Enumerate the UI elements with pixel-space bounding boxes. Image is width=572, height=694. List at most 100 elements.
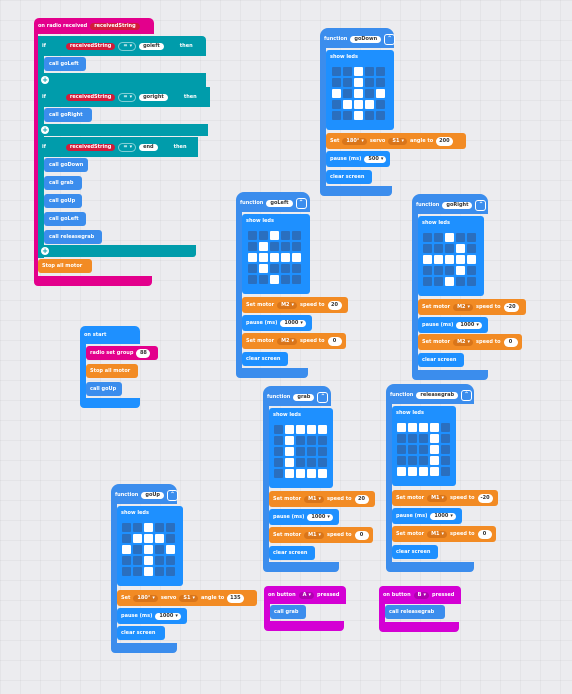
led-off[interactable] <box>376 100 385 109</box>
plus-icon[interactable]: + <box>41 126 49 134</box>
led-off[interactable] <box>281 231 290 240</box>
function-header[interactable]: function goDown ⌃ <box>320 28 396 48</box>
if-row-goleft[interactable]: if receivedString = goleft then <box>38 36 206 56</box>
led-on[interactable] <box>307 425 316 434</box>
led-off[interactable] <box>274 425 283 434</box>
led-off[interactable] <box>441 467 450 476</box>
led-on[interactable] <box>285 447 294 456</box>
call-block[interactable]: call goUp <box>44 194 82 208</box>
led-off[interactable] <box>376 111 385 120</box>
led-grid[interactable] <box>274 425 327 478</box>
led-off[interactable] <box>281 242 290 251</box>
speed-input[interactable]: -20 <box>477 493 493 503</box>
led-off[interactable] <box>434 277 443 286</box>
led-on[interactable] <box>376 89 385 98</box>
led-on[interactable] <box>419 467 428 476</box>
led-grid[interactable] <box>248 231 301 284</box>
led-on[interactable] <box>343 100 352 109</box>
led-off[interactable] <box>155 545 164 554</box>
led-grid[interactable] <box>332 67 385 120</box>
led-on[interactable] <box>285 458 294 467</box>
set-motor-block[interactable]: Set motor M1 speed to 20 <box>269 491 375 507</box>
clear-screen-block[interactable]: clear screen <box>418 353 464 367</box>
servo-type-dropdown[interactable]: 180° <box>133 594 158 602</box>
pause-block[interactable]: pause (ms) 1000 <box>418 317 488 333</box>
speed-input[interactable]: 20 <box>354 494 369 504</box>
led-off[interactable] <box>166 567 175 576</box>
led-off[interactable] <box>423 233 432 242</box>
led-on[interactable] <box>456 266 465 275</box>
led-off[interactable] <box>343 111 352 120</box>
compare-value[interactable]: end <box>139 143 158 151</box>
servo-port-dropdown[interactable]: S1 <box>388 137 407 145</box>
motor-dropdown[interactable]: M1 <box>304 495 325 503</box>
led-off[interactable] <box>122 534 131 543</box>
compare-value[interactable]: goleft <box>139 42 164 50</box>
led-on[interactable] <box>285 436 294 445</box>
led-on[interactable] <box>365 100 374 109</box>
led-off[interactable] <box>133 567 142 576</box>
led-off[interactable] <box>408 445 417 454</box>
led-off[interactable] <box>397 434 406 443</box>
led-off[interactable] <box>467 277 476 286</box>
led-on[interactable] <box>155 534 164 543</box>
led-off[interactable] <box>434 233 443 242</box>
led-on[interactable] <box>408 423 417 432</box>
motor-dropdown[interactable]: M2 <box>453 303 474 311</box>
speed-input[interactable]: 20 <box>327 300 342 310</box>
led-off[interactable] <box>419 456 428 465</box>
pause-block[interactable]: pause (ms) 500 <box>326 151 390 167</box>
led-on[interactable] <box>259 253 268 262</box>
speed-input[interactable]: 0 <box>503 337 518 347</box>
radio-set-group-block[interactable]: radio set group 88 <box>86 346 158 360</box>
led-off[interactable] <box>332 67 341 76</box>
led-off[interactable] <box>318 436 327 445</box>
call-block[interactable]: call goLeft <box>44 57 86 71</box>
led-on[interactable] <box>270 231 279 240</box>
led-off[interactable] <box>133 545 142 554</box>
led-off[interactable] <box>318 458 327 467</box>
set-servo-block[interactable]: Set 180° servo S1 angle to 135 <box>117 590 257 606</box>
led-on[interactable] <box>144 523 153 532</box>
led-on[interactable] <box>285 425 294 434</box>
show-leds-block[interactable]: show leds <box>418 216 484 296</box>
compare-operator[interactable]: = <box>118 41 137 51</box>
set-motor-block[interactable]: Set motor M2 speed to 0 <box>242 333 346 349</box>
clear-screen-block[interactable]: clear screen <box>269 546 315 560</box>
led-grid[interactable] <box>423 233 476 286</box>
led-off[interactable] <box>456 233 465 242</box>
led-on[interactable] <box>354 89 363 98</box>
call-block[interactable]: call goRight <box>44 108 92 122</box>
led-off[interactable] <box>166 556 175 565</box>
led-on[interactable] <box>122 545 131 554</box>
led-off[interactable] <box>133 556 142 565</box>
motor-dropdown[interactable]: M1 <box>427 494 448 502</box>
led-on[interactable] <box>354 111 363 120</box>
pause-ms-input[interactable]: 1000 <box>430 512 456 520</box>
led-off[interactable] <box>343 67 352 76</box>
cond-variable[interactable]: receivedString <box>65 93 116 101</box>
function-name-input[interactable]: goRight <box>442 201 473 209</box>
servo-port-dropdown[interactable]: S1 <box>179 594 198 602</box>
clear-screen-block[interactable]: clear screen <box>392 545 438 559</box>
led-on[interactable] <box>270 275 279 284</box>
call-block[interactable]: call releasegrab <box>385 605 445 619</box>
led-off[interactable] <box>332 100 341 109</box>
motor-dropdown[interactable]: M1 <box>427 530 448 538</box>
led-on[interactable] <box>248 253 257 262</box>
motor-dropdown[interactable]: M2 <box>277 337 298 345</box>
led-off[interactable] <box>423 244 432 253</box>
call-block[interactable]: call grab <box>270 605 306 619</box>
led-off[interactable] <box>343 89 352 98</box>
led-off[interactable] <box>441 423 450 432</box>
compare-operator[interactable]: = <box>118 92 137 102</box>
led-off[interactable] <box>270 264 279 273</box>
clear-screen-block[interactable]: clear screen <box>117 626 165 640</box>
collapse-arrow-icon[interactable]: ⌃ <box>384 33 396 45</box>
led-on[interactable] <box>456 255 465 264</box>
led-off[interactable] <box>445 266 454 275</box>
function-header[interactable]: function goLeft ⌃ <box>236 192 310 212</box>
led-off[interactable] <box>307 447 316 456</box>
led-on[interactable] <box>430 467 439 476</box>
led-on[interactable] <box>144 534 153 543</box>
